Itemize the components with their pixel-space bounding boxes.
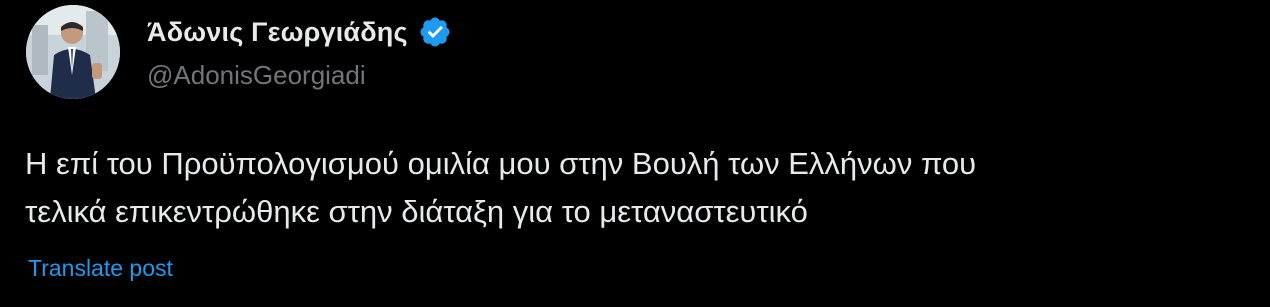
- author-name-row: Άδωνις Γεωργιάδης: [147, 12, 452, 52]
- tweet-text-line: Η επί του Προϋπολογισμού ομιλία μου στην…: [25, 146, 977, 181]
- tweet-text-line: τελικά επικεντρώθηκε στην διάταξη για το…: [25, 194, 808, 229]
- author-display-name[interactable]: Άδωνις Γεωργιάδης: [147, 17, 408, 48]
- translate-post-link[interactable]: Translate post: [28, 252, 173, 284]
- avatar-photo-icon: [26, 5, 120, 99]
- author-handle[interactable]: @AdonisGeorgiadi: [147, 58, 366, 92]
- verified-badge-icon: [418, 15, 452, 49]
- tweet-text: Η επί του Προϋπολογισμού ομιλία μου στην…: [25, 140, 1255, 236]
- avatar[interactable]: [26, 5, 120, 99]
